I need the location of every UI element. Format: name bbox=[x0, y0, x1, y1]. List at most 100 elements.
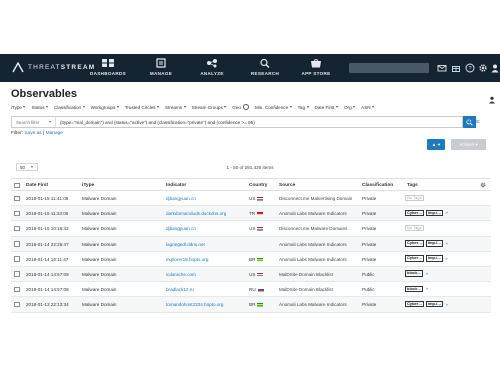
filter-tag[interactable]: Tag bbox=[298, 105, 309, 110]
filter-trusted-circles[interactable]: Trusted Circles bbox=[125, 105, 159, 110]
more-tags-icon[interactable]: » bbox=[445, 241, 448, 246]
tag-badge[interactable]: block… bbox=[405, 270, 424, 277]
tag-badge[interactable]: Cyber… bbox=[405, 209, 425, 217]
cell-indicator-link[interactable]: djbangyuan.cn bbox=[166, 226, 196, 231]
filter-asn[interactable]: ASN bbox=[361, 105, 375, 110]
user-upload-icon[interactable] bbox=[488, 96, 496, 104]
tag-badge[interactable]: Cyber… bbox=[405, 255, 425, 262]
page-title: Observables bbox=[11, 88, 78, 100]
nav-analyze-label: ANALYZE bbox=[200, 71, 224, 76]
column-settings-icon[interactable] bbox=[480, 182, 486, 188]
actions-dropdown-button[interactable]: Actions ▾ bbox=[451, 139, 486, 150]
save-as-link[interactable]: Save as bbox=[24, 131, 41, 136]
more-tags-icon[interactable]: » bbox=[425, 271, 428, 276]
threatstream-logo[interactable]: THREATSTREAM bbox=[12, 62, 95, 73]
filter-workgroups[interactable]: Workgroups bbox=[91, 105, 119, 110]
chevron-down-icon bbox=[372, 106, 375, 108]
table-row[interactable]: 2018-01-14 16:11:47 Malware Domain explore… bbox=[11, 252, 491, 267]
column-country[interactable]: Country bbox=[249, 183, 267, 188]
cell-indicator-link[interactable]: darkdomainduds.duckdns.org bbox=[166, 211, 226, 216]
help-icon[interactable]: ? bbox=[465, 63, 475, 73]
nav-research[interactable]: RESEARCH bbox=[243, 58, 287, 76]
tag-badge[interactable]: imp-i… bbox=[425, 209, 444, 217]
column-source[interactable]: Source bbox=[279, 183, 295, 188]
nav-dashboards[interactable]: DASHBOARDS bbox=[86, 58, 130, 76]
nav-manage[interactable]: MANAGE bbox=[139, 58, 183, 76]
row-checkbox[interactable] bbox=[14, 286, 20, 293]
filter-stream-groups[interactable]: Stream Groups bbox=[192, 105, 227, 110]
query-input[interactable]: Search filter (itype="mal_domain") and (… bbox=[11, 116, 463, 128]
import-export-button[interactable]: ▲·▾ bbox=[427, 139, 445, 150]
nav-app-store[interactable]: APP STORE bbox=[294, 58, 338, 76]
nav-analyze[interactable]: ANALYZE bbox=[190, 58, 234, 76]
more-tags-icon[interactable]: » bbox=[445, 210, 448, 215]
cell-indicator-link[interactable]: tomandohost3334.hopto.org bbox=[166, 302, 223, 307]
table-row[interactable]: 2018-01-14 14:57:09 Malware Domain icdarac… bbox=[11, 266, 491, 283]
column-classification[interactable]: Classification bbox=[362, 183, 393, 188]
row-checkbox[interactable] bbox=[14, 225, 20, 232]
column-date-first[interactable]: Date First bbox=[26, 183, 48, 188]
filter-org[interactable]: Org bbox=[344, 105, 356, 110]
filter-bar: iType Status Classification Workgroups T… bbox=[11, 103, 380, 111]
table-row[interactable]: 2018-01-14 22:26:47 Malware Domain lagrieg… bbox=[11, 236, 491, 252]
column-indicator[interactable]: Indicator bbox=[166, 183, 186, 188]
user-icon[interactable] bbox=[490, 63, 500, 73]
global-search-input[interactable] bbox=[349, 63, 429, 73]
tag-badge[interactable]: block… bbox=[405, 285, 424, 293]
filter-classification[interactable]: Classification bbox=[54, 105, 85, 110]
search-filter-select[interactable]: Search filter bbox=[12, 117, 56, 127]
cell-indicator-link[interactable]: lagriegedl.ddns.net bbox=[166, 242, 205, 247]
table-row[interactable]: 2018-01-15 10:16:42 Malware Domain djbangy… bbox=[11, 221, 491, 237]
country-code: US bbox=[249, 196, 256, 201]
tag-badge[interactable]: Cyber… bbox=[405, 300, 425, 308]
select-all-checkbox[interactable] bbox=[14, 182, 20, 188]
settings-icon[interactable] bbox=[478, 63, 488, 73]
more-tags-icon[interactable]: » bbox=[445, 256, 448, 261]
cell-itype: Malware Domain bbox=[82, 271, 117, 277]
cell-indicator-link[interactable]: bradlack12.ru bbox=[166, 287, 194, 292]
table-row[interactable]: 2018-01-13 22:13:34 Malware Domain tomando… bbox=[11, 297, 491, 313]
tag-badge[interactable]: imp-i… bbox=[425, 300, 444, 308]
mail-icon[interactable] bbox=[437, 63, 447, 73]
row-checkbox[interactable] bbox=[14, 256, 20, 262]
row-checkbox[interactable] bbox=[14, 271, 20, 277]
query-text[interactable]: (itype="mal_domain") and (status="active… bbox=[56, 120, 255, 125]
us-flag-icon bbox=[257, 272, 264, 277]
table-row[interactable]: 2018-01-15 11:41:05 Malware Domain djbangy… bbox=[11, 191, 491, 207]
basic-search-link[interactable]: Basic bbox=[467, 119, 479, 125]
query-bar: Search filter (itype="mal_domain") and (… bbox=[11, 116, 476, 128]
cell-indicator-link[interactable]: icdarache.com bbox=[166, 272, 196, 277]
column-tags[interactable]: Tags bbox=[407, 183, 418, 188]
table-row[interactable]: 2018-01-14 14:57:08 Malware Domain bradlac… bbox=[11, 282, 491, 298]
column-itype[interactable]: iType bbox=[82, 183, 94, 188]
more-tags-icon[interactable]: » bbox=[445, 302, 448, 307]
globe-icon[interactable] bbox=[242, 104, 249, 110]
cell-indicator-link[interactable]: djbangyuan.cn bbox=[166, 196, 196, 201]
per-page-select[interactable]: 50 bbox=[16, 163, 38, 171]
more-tags-icon[interactable]: » bbox=[425, 286, 428, 291]
filter-date-first[interactable]: Date First bbox=[315, 105, 338, 110]
row-checkbox[interactable] bbox=[14, 195, 20, 201]
filter-itype[interactable]: iType bbox=[11, 105, 26, 110]
row-checkbox[interactable] bbox=[14, 210, 20, 217]
cell-indicator-link[interactable]: explorer18.hopto.org bbox=[166, 257, 208, 262]
tag-badge[interactable]: imp-i… bbox=[425, 240, 444, 247]
gift-icon[interactable] bbox=[451, 63, 461, 73]
cell-itype: Malware Domain bbox=[82, 256, 117, 262]
filter-min-confidence[interactable]: Min. Confidence bbox=[255, 105, 292, 110]
row-checkbox[interactable] bbox=[14, 241, 20, 247]
filter-status[interactable]: Status bbox=[31, 105, 49, 110]
table-row[interactable]: 2018-01-15 11:33:06 Malware Domain darkdom… bbox=[11, 206, 491, 222]
filter-geo[interactable]: Geo bbox=[232, 105, 241, 110]
tag-badge[interactable]: Cyber… bbox=[405, 240, 425, 247]
chevron-down-icon bbox=[335, 106, 338, 108]
cell-itype: Malware Domain bbox=[82, 302, 117, 308]
cell-country: BR bbox=[249, 302, 264, 307]
filter-streams[interactable]: Streams bbox=[165, 105, 186, 110]
cell-tags: Cyber… imp-i…» bbox=[405, 255, 448, 262]
nav-research-label: RESEARCH bbox=[250, 71, 280, 76]
row-checkbox[interactable] bbox=[14, 301, 20, 308]
manage-filters-link[interactable]: Manage bbox=[46, 131, 63, 136]
cell-classification: Private bbox=[362, 302, 377, 308]
tag-badge[interactable]: imp-i… bbox=[425, 255, 444, 262]
